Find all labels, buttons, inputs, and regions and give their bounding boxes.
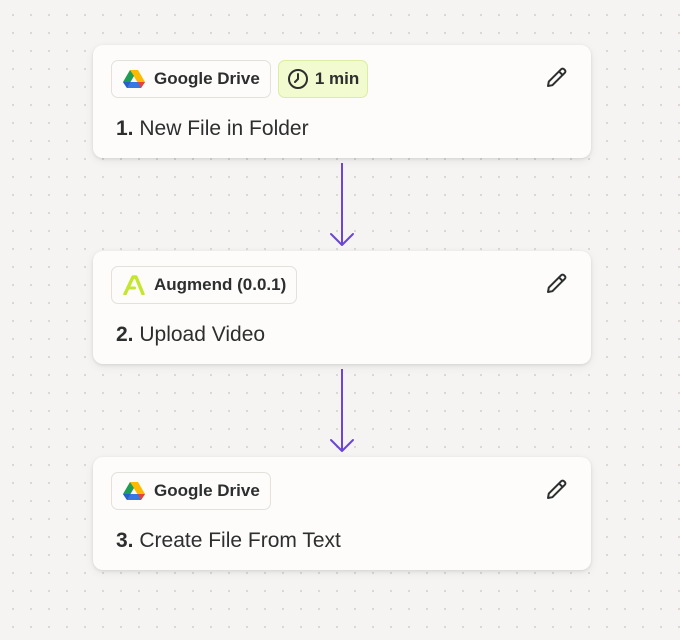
pencil-icon — [545, 271, 569, 300]
edit-button[interactable] — [543, 477, 571, 505]
step-2-chips: Augmend (0.0.1) — [111, 266, 298, 304]
step-3-chips: Google Drive — [111, 472, 271, 510]
time-chip: 1 min — [277, 60, 369, 98]
connector-arrow-1 — [329, 163, 355, 249]
connector-arrow-2 — [329, 369, 355, 455]
time-label: 1 min — [314, 69, 360, 88]
pencil-icon — [545, 65, 569, 94]
app-chip-augmend[interactable]: Augmend (0.0.1) — [111, 266, 298, 304]
step-name: Upload Video — [139, 323, 266, 346]
step-title: 3. Create File From Text — [116, 529, 341, 553]
step-title: 1. New File in Folder — [116, 117, 309, 141]
step-card-2[interactable]: Augmend (0.0.1) 2. Upload Video — [93, 251, 591, 364]
augmend-icon — [123, 274, 145, 296]
pencil-icon — [545, 477, 569, 506]
step-number: 1. — [116, 117, 134, 140]
app-chip-google-drive[interactable]: Google Drive — [111, 60, 271, 98]
google-drive-icon — [123, 68, 145, 90]
step-name: New File in Folder — [139, 117, 309, 140]
step-number: 3. — [116, 529, 134, 552]
app-name: Google Drive — [154, 69, 260, 88]
google-drive-icon — [123, 480, 145, 502]
step-1-chips: Google Drive 1 min — [111, 60, 369, 98]
app-name: Augmend (0.0.1) — [154, 275, 287, 294]
step-card-3[interactable]: Google Drive 3. Create File From Text — [93, 457, 591, 570]
step-title: 2. Upload Video — [116, 323, 265, 347]
app-chip-google-drive[interactable]: Google Drive — [111, 472, 271, 510]
edit-button[interactable] — [543, 65, 571, 93]
clock-icon — [287, 68, 309, 90]
arrow-down-icon — [330, 369, 354, 452]
step-number: 2. — [116, 323, 134, 346]
arrow-down-icon — [330, 163, 354, 246]
edit-button[interactable] — [543, 271, 571, 299]
step-card-1[interactable]: Google Drive 1 min 1. New File in Folder — [93, 45, 591, 158]
step-name: Create File From Text — [139, 529, 341, 552]
app-name: Google Drive — [154, 481, 260, 500]
